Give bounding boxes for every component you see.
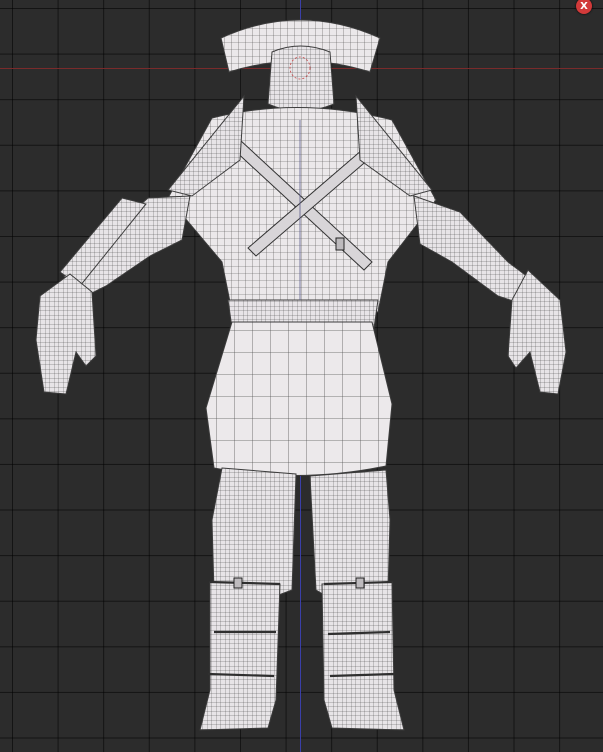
left-hand — [35, 273, 97, 395]
mesh-body — [35, 19, 567, 731]
tunic-skirt — [205, 321, 393, 476]
buckle-left-boot — [233, 577, 243, 589]
buckle — [335, 237, 345, 251]
right-boot — [321, 581, 405, 731]
character-mesh-model[interactable] — [0, 0, 603, 752]
3d-viewport[interactable]: X — [0, 0, 603, 752]
buckle-right-boot — [355, 577, 365, 589]
close-icon: X — [580, 0, 588, 12]
left-boot — [199, 581, 281, 731]
head — [267, 45, 335, 112]
